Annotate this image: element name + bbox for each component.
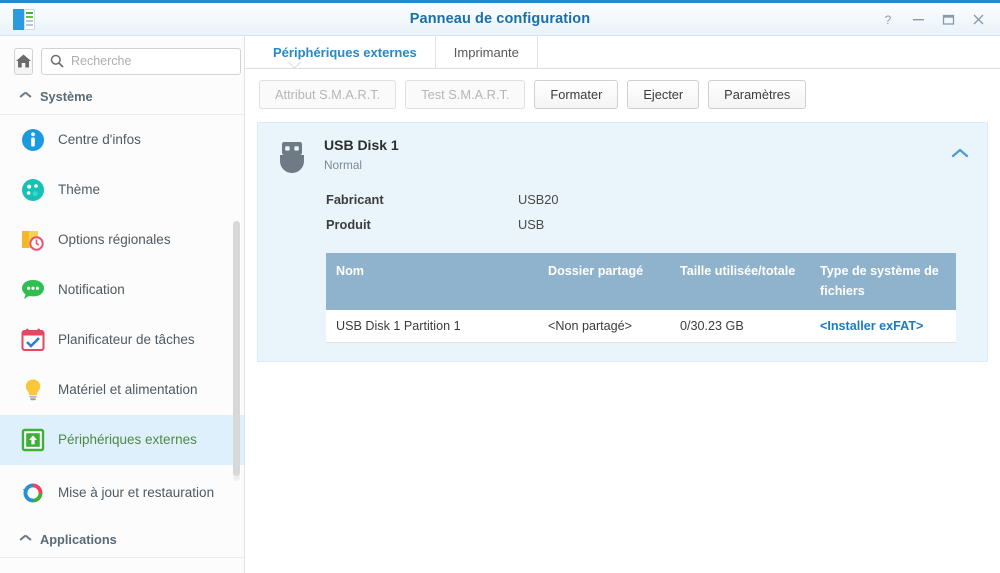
- control-panel-window: Panneau de configuration ? Recherche Sys…: [0, 0, 1000, 573]
- button-label: Attribut S.M.A.R.T.: [275, 87, 381, 102]
- title-bar: Panneau de configuration ?: [0, 3, 1000, 36]
- button-label: Ejecter: [643, 87, 684, 102]
- sidebar-group-systeme[interactable]: Système: [0, 78, 244, 115]
- sidebar-item-theme[interactable]: Thème: [0, 165, 244, 215]
- device-info-row: Produit USB: [326, 212, 971, 237]
- maximize-button[interactable]: [934, 7, 962, 33]
- usb-drive-icon: [274, 139, 310, 173]
- search-icon: [50, 54, 64, 68]
- button-label: Test S.M.A.R.T.: [421, 87, 510, 102]
- palette-icon: [20, 177, 46, 203]
- window-title: Panneau de configuration: [409, 11, 591, 27]
- sidebar-item-materiel-et-alimentation[interactable]: Matériel et alimentation: [0, 365, 244, 415]
- sidebar-item-planificateur-de-taches[interactable]: Planificateur de tâches: [0, 315, 244, 365]
- device-info-row: Fabricant USB20: [326, 187, 971, 212]
- collapse-panel-button[interactable]: [949, 145, 971, 161]
- cell-shared-folder: <Non partagé>: [538, 310, 670, 344]
- sidebar-scrollbar-thumb[interactable]: [233, 221, 240, 476]
- tab-bar: Périphériques externes Imprimante: [245, 36, 1000, 69]
- sidebar-item-label: Planificateur de tâches: [58, 331, 195, 347]
- search-box[interactable]: [41, 47, 241, 75]
- tab-imprimante[interactable]: Imprimante: [436, 36, 538, 69]
- sidebar-item-label: Matériel et alimentation: [58, 381, 198, 397]
- column-header-type-systeme-fichiers[interactable]: Type de système de fichiers: [810, 253, 956, 311]
- sidebar-group-label: Système: [40, 89, 93, 104]
- search-input[interactable]: [71, 54, 232, 68]
- sidebar-item-label: Options régionales: [58, 231, 171, 247]
- lightbulb-icon: [20, 377, 46, 403]
- info-value: USB: [518, 217, 545, 232]
- active-tab-notch: [287, 62, 302, 70]
- window-controls: ?: [874, 3, 992, 36]
- column-header-nom[interactable]: Nom: [326, 253, 538, 311]
- close-button[interactable]: [964, 7, 992, 33]
- external-devices-icon: [20, 427, 46, 453]
- smart-test-button[interactable]: Test S.M.A.R.T.: [405, 80, 526, 109]
- table-row[interactable]: USB Disk 1 Partition 1 <Non partagé> 0/3…: [326, 310, 956, 344]
- settings-button[interactable]: Paramètres: [708, 80, 807, 109]
- notification-icon: [20, 277, 46, 303]
- svg-text:?: ?: [885, 13, 892, 26]
- info-icon: [20, 127, 46, 153]
- sidebar-group-label: Applications: [40, 532, 117, 547]
- sidebar: Système Centre d'infos Thème: [0, 36, 245, 573]
- table-header-row: Nom Dossier partagé Taille utilisée/tota…: [326, 253, 956, 311]
- tab-rule: [245, 68, 1000, 69]
- sidebar-item-centre-dinfos[interactable]: Centre d'infos: [0, 115, 244, 165]
- tab-label: Périphériques externes: [273, 45, 417, 60]
- cell-name: USB Disk 1 Partition 1: [326, 310, 538, 344]
- eject-button[interactable]: Ejecter: [627, 80, 700, 109]
- tab-peripheriques-externes[interactable]: Périphériques externes: [255, 36, 436, 69]
- update-restore-icon: [20, 480, 46, 506]
- cell-size: 0/30.23 GB: [670, 310, 810, 344]
- sidebar-item-label: Mise à jour et restauration: [58, 484, 215, 500]
- task-scheduler-icon: [20, 327, 46, 353]
- sidebar-search-row: [0, 36, 244, 78]
- device-header: USB Disk 1 Normal: [274, 137, 971, 173]
- button-label: Formater: [550, 87, 603, 102]
- help-button[interactable]: ?: [874, 7, 902, 33]
- sidebar-item-label: Notification: [58, 281, 125, 297]
- sidebar-item-peripheriques-externes[interactable]: Périphériques externes: [0, 415, 244, 465]
- regional-options-icon: [20, 227, 46, 253]
- tab-label: Imprimante: [453, 45, 519, 60]
- button-label: Paramètres: [724, 87, 791, 102]
- device-info-list: Fabricant USB20 Produit USB: [326, 187, 971, 237]
- cell-install-exfat-link[interactable]: <Installer exFAT>: [810, 310, 956, 344]
- home-button[interactable]: [14, 47, 33, 75]
- sidebar-group-applications[interactable]: Applications: [0, 521, 244, 558]
- column-header-dossier-partage[interactable]: Dossier partagé: [538, 253, 670, 311]
- sidebar-item-privileges[interactable]: Privilèges: [0, 558, 244, 573]
- info-value: USB20: [518, 192, 559, 207]
- device-name: USB Disk 1: [324, 137, 399, 153]
- main-content: Périphériques externes Imprimante Attrib…: [245, 36, 1000, 573]
- info-key: Fabricant: [326, 192, 384, 207]
- sidebar-item-options-regionales[interactable]: Options régionales: [0, 215, 244, 265]
- sidebar-scrollbar[interactable]: [233, 221, 240, 481]
- chevron-up-icon: [20, 93, 31, 100]
- format-button[interactable]: Formater: [534, 80, 619, 109]
- sidebar-item-mise-a-jour-et-restauration[interactable]: Mise à jour et restauration: [0, 465, 244, 521]
- chevron-up-icon: [20, 536, 31, 543]
- smart-attribute-button[interactable]: Attribut S.M.A.R.T.: [259, 80, 397, 109]
- table-header: Nom Dossier partagé Taille utilisée/tota…: [326, 253, 956, 311]
- home-icon: [16, 54, 31, 68]
- partitions-table: Nom Dossier partagé Taille utilisée/tota…: [326, 253, 956, 344]
- minimize-button[interactable]: [904, 7, 932, 33]
- toolbar: Attribut S.M.A.R.T. Test S.M.A.R.T. Form…: [245, 69, 1000, 120]
- usb-device-panel: USB Disk 1 Normal Fabricant USB20 Produi…: [257, 122, 988, 363]
- column-header-taille[interactable]: Taille utilisée/totale: [670, 253, 810, 311]
- sidebar-item-notification[interactable]: Notification: [0, 265, 244, 315]
- table-body: USB Disk 1 Partition 1 <Non partagé> 0/3…: [326, 310, 956, 344]
- sidebar-item-label: Centre d'infos: [58, 131, 141, 147]
- device-status: Normal: [324, 158, 363, 172]
- sidebar-item-label: Périphériques externes: [58, 431, 197, 447]
- chevron-up-icon: [951, 148, 969, 158]
- sidebar-item-label: Thème: [58, 181, 101, 197]
- info-key: Produit: [326, 217, 371, 232]
